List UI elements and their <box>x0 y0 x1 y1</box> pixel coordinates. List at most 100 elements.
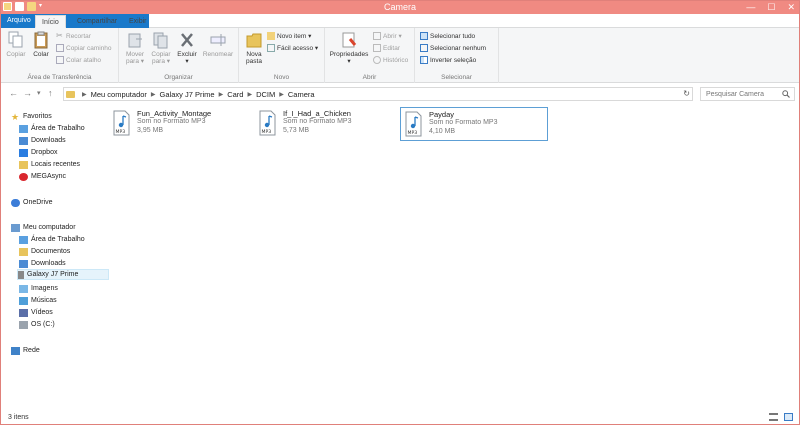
paste-button[interactable]: Colar <box>30 31 52 58</box>
copy-button[interactable]: Copiar <box>5 31 27 58</box>
close-button[interactable]: ✕ <box>787 2 795 13</box>
folder-icon <box>246 33 262 48</box>
chevron-right-icon[interactable]: ▶ <box>279 91 284 98</box>
mp3-file-icon: MP3 <box>405 111 422 137</box>
dropbox-icon <box>19 148 28 157</box>
nav-pc-music[interactable]: Músicas <box>19 295 57 306</box>
file-list: MP3 Fun_Activity_Montage Som no Formato … <box>107 105 799 410</box>
list-item[interactable]: MP3 Payday Som no Formato MP3 4,10 MB <box>400 107 548 141</box>
minimize-button[interactable]: — <box>746 2 755 13</box>
new-group-label: Novo <box>273 74 290 81</box>
history-button[interactable]: Histórico <box>373 56 408 64</box>
open-icon <box>373 32 381 40</box>
clipboard-icon <box>34 31 48 49</box>
cut-button[interactable]: ✂ Recortar <box>56 32 91 40</box>
recent-locations-button[interactable]: ▾ <box>37 89 41 97</box>
select-none-button[interactable]: Selecionar nenhum <box>420 44 486 52</box>
maximize-button[interactable]: ☐ <box>767 2 775 13</box>
breadcrumb-camera[interactable]: Camera <box>288 90 315 99</box>
desktop-icon <box>19 235 28 244</box>
nav-computer[interactable]: Meu computador <box>11 222 76 233</box>
breadcrumb-dcim[interactable]: DCIM <box>256 90 275 99</box>
easy-access-button[interactable]: Fácil acesso ▾ <box>267 44 318 52</box>
history-icon <box>373 56 381 64</box>
chevron-right-icon: ▶ <box>82 91 87 98</box>
network-icon <box>11 346 20 355</box>
rename-button[interactable]: Renomear <box>201 31 235 58</box>
file-name: Fun_Activity_Montage <box>137 109 212 118</box>
select-all-button[interactable]: Selecionar tudo <box>420 32 475 40</box>
mp3-file-icon: MP3 <box>259 110 276 136</box>
copy-path-button[interactable]: Copiar caminho <box>56 44 112 52</box>
nav-pc-videos[interactable]: Vídeos <box>19 307 53 318</box>
star-icon: ★ <box>11 111 20 122</box>
nav-fav-recent[interactable]: Locais recentes <box>19 159 80 170</box>
nav-fav-dropbox[interactable]: Dropbox <box>19 147 57 158</box>
recent-places-icon <box>19 160 28 169</box>
nav-fav-desktop[interactable]: Área de Trabalho <box>19 123 85 134</box>
move-to-button[interactable]: Mover para ▾ <box>123 31 147 65</box>
refresh-button[interactable]: ↻ <box>683 89 690 98</box>
nav-pc-drive-c[interactable]: OS (C:) <box>19 319 55 330</box>
tab-view[interactable]: Exibir <box>123 15 153 28</box>
new-folder-button[interactable]: Nova pasta <box>243 31 265 65</box>
nav-fav-megasync[interactable]: MEGAsync <box>19 171 66 182</box>
documents-icon <box>19 247 28 256</box>
tiles-view-icon[interactable] <box>784 413 793 421</box>
up-button[interactable]: ↑ <box>48 88 53 98</box>
nav-pc-galaxy[interactable]: Galaxy J7 Prime <box>17 269 109 280</box>
invert-selection-button[interactable]: Inverter seleção <box>420 56 476 64</box>
delete-x-icon <box>181 33 193 47</box>
properties-button[interactable]: Propriedades ▾ <box>327 31 371 65</box>
mp3-file-icon: MP3 <box>113 110 130 136</box>
nav-pc-documents[interactable]: Documentos <box>19 246 70 257</box>
chevron-right-icon[interactable]: ▶ <box>151 91 156 98</box>
nav-pc-pictures[interactable]: Imagens <box>19 283 58 294</box>
svg-text:MP3: MP3 <box>116 129 126 135</box>
paste-shortcut-button[interactable]: Colar atalho <box>56 56 101 64</box>
downloads-icon <box>19 136 28 145</box>
megasync-icon <box>19 172 28 181</box>
back-button[interactable]: ← <box>9 88 18 98</box>
search-input[interactable]: Pesquisar Camera <box>700 87 795 101</box>
breadcrumb-computer[interactable]: Meu computador <box>91 90 147 99</box>
nav-favorites[interactable]: ★ Favoritos <box>11 111 52 122</box>
chevron-right-icon[interactable]: ▶ <box>219 91 224 98</box>
cloud-icon <box>11 198 20 207</box>
file-name: Payday <box>429 110 455 119</box>
list-item[interactable]: MP3 Fun_Activity_Montage Som no Formato … <box>109 107 257 141</box>
search-icon <box>782 90 790 98</box>
item-count: 3 itens <box>8 414 29 421</box>
delete-button[interactable]: Excluir ▾ <box>176 31 198 65</box>
breadcrumb-device[interactable]: Galaxy J7 Prime <box>160 90 215 99</box>
new-item-icon <box>267 32 275 40</box>
nav-fav-downloads[interactable]: Downloads <box>19 135 66 146</box>
open-button[interactable]: Abrir ▾ <box>373 32 402 40</box>
forward-button[interactable]: → <box>23 88 32 98</box>
explorer-window: ▾ Camera — ☐ ✕ Arquivo Início Compartilh… <box>0 0 800 425</box>
new-item-button[interactable]: Novo item ▾ <box>267 32 311 40</box>
chevron-right-icon[interactable]: ▶ <box>247 91 252 98</box>
nav-network[interactable]: Rede <box>11 345 40 356</box>
nav-onedrive[interactable]: OneDrive <box>11 197 53 208</box>
tab-share[interactable]: Compartilhar <box>71 15 123 28</box>
move-to-icon <box>128 33 142 48</box>
open-group: Propriedades ▾ Abrir ▾ Editar Histórico A… <box>325 28 415 83</box>
easy-access-icon <box>267 44 275 52</box>
nav-pc-desktop[interactable]: Área de Trabalho <box>19 234 85 245</box>
copy-to-button[interactable]: Copiar para ▾ <box>149 31 173 65</box>
list-item[interactable]: MP3 If_I_Had_a_Chicken Som no Formato MP… <box>255 107 403 141</box>
copy-path-icon <box>56 44 64 52</box>
pictures-icon <box>19 284 28 293</box>
address-bar[interactable]: ▶ Meu computador ▶ Galaxy J7 Prime ▶ Car… <box>63 87 693 101</box>
nav-pc-downloads[interactable]: Downloads <box>19 258 66 269</box>
organize-group-label: Organizar <box>164 74 193 81</box>
view-switcher <box>769 413 793 421</box>
copy-icon <box>8 31 23 48</box>
breadcrumb-card[interactable]: Card <box>227 90 243 99</box>
tab-home[interactable]: Início <box>35 15 66 28</box>
details-view-icon[interactable] <box>769 413 778 421</box>
new-group: Nova pasta Novo item ▾ Fácil acesso ▾ Nov… <box>239 28 325 83</box>
edit-button[interactable]: Editar <box>373 44 400 52</box>
select-group: Selecionar tudo Selecionar nenhum Invert… <box>415 28 499 83</box>
